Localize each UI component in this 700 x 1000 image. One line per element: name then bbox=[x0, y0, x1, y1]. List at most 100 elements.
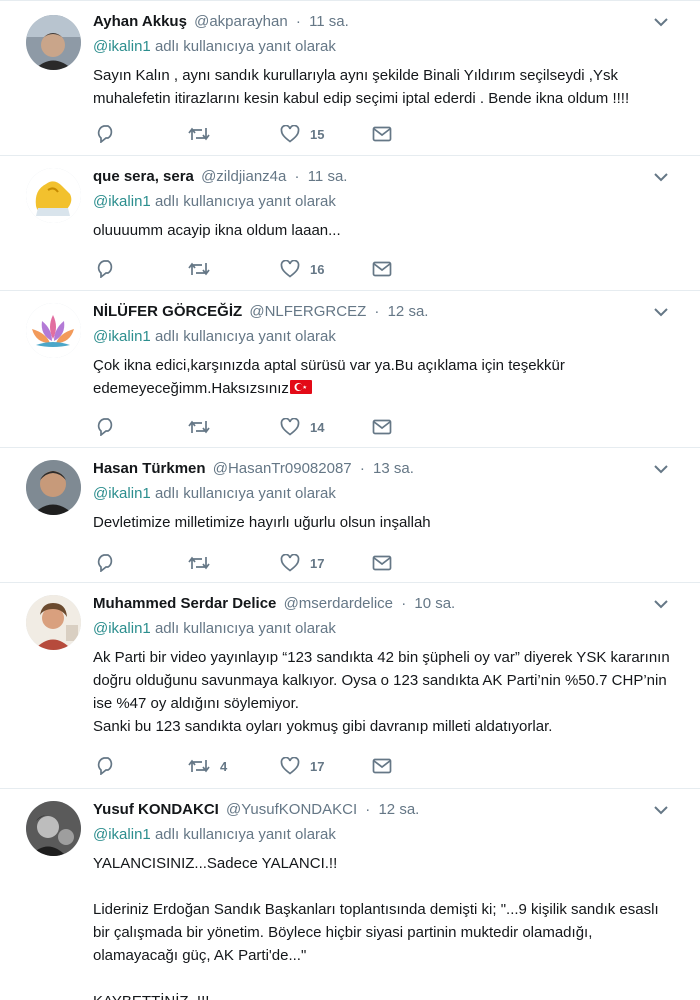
tweet[interactable]: Hasan Türkmen @HasanTr09082087 · 13 sa. … bbox=[0, 448, 700, 583]
author-name[interactable]: Hasan Türkmen bbox=[93, 460, 206, 477]
avatar[interactable] bbox=[26, 801, 81, 856]
chevron-down-icon[interactable] bbox=[652, 595, 670, 613]
timestamp[interactable]: 13 sa. bbox=[373, 460, 414, 477]
retweet-icon bbox=[188, 419, 210, 435]
separator-dot: · bbox=[365, 801, 371, 818]
like-count: 15 bbox=[310, 126, 325, 142]
direct-message-icon bbox=[372, 261, 392, 277]
timestamp[interactable]: 11 sa. bbox=[308, 168, 348, 185]
timestamp[interactable]: 11 sa. bbox=[309, 13, 349, 30]
reply-mention-link[interactable]: @ikalin1 bbox=[93, 826, 151, 843]
like-button[interactable]: 17 bbox=[280, 552, 324, 574]
tweet-text: YALANCISINIZ...Sadece YALANCI.!! Liderin… bbox=[93, 855, 659, 1000]
retweet-button[interactable] bbox=[188, 123, 220, 145]
reply-context: @ikalin1 adlı kullanıcıya yanıt olarak bbox=[93, 326, 670, 348]
tweet[interactable]: que sera, sera @zildjianz4a · 11 sa. @ik… bbox=[0, 156, 700, 291]
author-handle[interactable]: @zildjianz4a bbox=[201, 168, 286, 185]
reply-button[interactable] bbox=[96, 258, 116, 280]
direct-message-icon bbox=[372, 555, 392, 571]
avatar[interactable] bbox=[26, 303, 81, 358]
reply-context-label: adlı kullanıcıya yanıt olarak bbox=[154, 38, 336, 55]
direct-message-icon bbox=[372, 126, 392, 142]
retweet-button[interactable] bbox=[188, 552, 220, 574]
retweet-button[interactable] bbox=[188, 258, 220, 280]
tweet[interactable]: Yusuf KONDAKCI @YusufKONDAKCI · 12 sa. @… bbox=[0, 789, 700, 1000]
tweet-actions: 4 17 bbox=[93, 755, 393, 777]
tweet-text: Devletimize milletimize hayırlı uğurlu o… bbox=[93, 514, 431, 531]
tweet[interactable]: NİLÜFER GÖRCEĞİZ @NLFERGRCEZ · 12 sa. @i… bbox=[0, 291, 700, 448]
separator-dot: · bbox=[374, 303, 380, 320]
like-count: 14 bbox=[310, 419, 325, 435]
avatar[interactable] bbox=[26, 595, 81, 650]
avatar[interactable] bbox=[26, 15, 81, 70]
author-handle[interactable]: @YusufKONDAKCI bbox=[226, 801, 357, 818]
chevron-down-icon[interactable] bbox=[652, 801, 670, 819]
author-handle[interactable]: @HasanTr09082087 bbox=[213, 460, 352, 477]
direct-message-button[interactable] bbox=[372, 123, 392, 145]
timestamp[interactable]: 12 sa. bbox=[378, 801, 419, 818]
chevron-down-icon[interactable] bbox=[652, 460, 670, 478]
chevron-down-icon[interactable] bbox=[652, 303, 670, 321]
direct-message-button[interactable] bbox=[372, 416, 392, 438]
reply-icon bbox=[96, 260, 116, 278]
reply-button[interactable] bbox=[96, 755, 116, 777]
separator-dot: · bbox=[359, 460, 365, 477]
author-name[interactable]: Yusuf KONDAKCI bbox=[93, 801, 219, 818]
reply-button[interactable] bbox=[96, 123, 116, 145]
separator-dot: · bbox=[295, 13, 301, 30]
reply-feed: Ayhan Akkuş @akparayhan · 11 sa. @ikalin… bbox=[0, 0, 700, 1000]
retweet-count: 4 bbox=[220, 758, 228, 774]
tweet-text: Sayın Kalın , aynı sandık kurullarıyla a… bbox=[93, 67, 630, 107]
direct-message-button[interactable] bbox=[372, 755, 392, 777]
reply-button[interactable] bbox=[96, 552, 116, 574]
tweet-text: oluuuumm acayip ikna oldum laaan... bbox=[93, 222, 341, 239]
timestamp[interactable]: 10 sa. bbox=[414, 595, 455, 612]
avatar[interactable] bbox=[26, 168, 81, 223]
reply-icon bbox=[96, 125, 116, 143]
author-name[interactable]: NİLÜFER GÖRCEĞİZ bbox=[93, 303, 242, 320]
retweet-button[interactable] bbox=[188, 416, 220, 438]
direct-message-button[interactable] bbox=[372, 552, 392, 574]
chevron-down-icon[interactable] bbox=[652, 13, 670, 31]
reply-icon bbox=[96, 757, 116, 775]
retweet-icon bbox=[188, 261, 210, 277]
reply-context-label: adlı kullanıcıya yanıt olarak bbox=[154, 485, 336, 502]
reply-button[interactable] bbox=[96, 416, 116, 438]
reply-context: @ikalin1 adlı kullanıcıya yanıt olarak bbox=[93, 618, 670, 640]
direct-message-button[interactable] bbox=[372, 258, 392, 280]
reply-mention-link[interactable]: @ikalin1 bbox=[93, 38, 151, 55]
author-name[interactable]: Muhammed Serdar Delice bbox=[93, 595, 276, 612]
separator-dot: · bbox=[401, 595, 407, 612]
author-handle[interactable]: @akparayhan bbox=[194, 13, 288, 30]
like-button[interactable]: 14 bbox=[280, 416, 324, 438]
like-button[interactable]: 16 bbox=[280, 258, 324, 280]
like-button[interactable]: 17 bbox=[280, 755, 324, 777]
retweet-icon bbox=[188, 758, 210, 774]
like-icon bbox=[280, 260, 300, 278]
separator-dot: · bbox=[294, 168, 300, 185]
retweet-icon bbox=[188, 555, 210, 571]
reply-mention-link[interactable]: @ikalin1 bbox=[93, 328, 151, 345]
like-count: 16 bbox=[310, 261, 325, 277]
reply-context: @ikalin1 adlı kullanıcıya yanıt olarak bbox=[93, 36, 670, 58]
like-button[interactable]: 15 bbox=[280, 123, 324, 145]
avatar[interactable] bbox=[26, 460, 81, 515]
chevron-down-icon[interactable] bbox=[652, 168, 670, 186]
like-count: 17 bbox=[310, 555, 325, 571]
timestamp[interactable]: 12 sa. bbox=[388, 303, 429, 320]
reply-context: @ikalin1 adlı kullanıcıya yanıt olarak bbox=[93, 191, 670, 213]
reply-mention-link[interactable]: @ikalin1 bbox=[93, 620, 151, 637]
reply-context-label: adlı kullanıcıya yanıt olarak bbox=[154, 826, 336, 843]
reply-mention-link[interactable]: @ikalin1 bbox=[93, 193, 151, 210]
author-name[interactable]: que sera, sera bbox=[93, 168, 194, 185]
tweet[interactable]: Muhammed Serdar Delice @mserdardelice · … bbox=[0, 583, 700, 789]
tweet[interactable]: Ayhan Akkuş @akparayhan · 11 sa. @ikalin… bbox=[0, 0, 700, 156]
reply-mention-link[interactable]: @ikalin1 bbox=[93, 485, 151, 502]
author-name[interactable]: Ayhan Akkuş bbox=[93, 13, 187, 30]
tweet-text: Ak Parti bir video yayınlayıp “123 sandı… bbox=[93, 649, 670, 735]
reply-context: @ikalin1 adlı kullanıcıya yanıt olarak bbox=[93, 483, 670, 505]
author-handle[interactable]: @mserdardelice bbox=[284, 595, 393, 612]
turkish-flag-icon bbox=[289, 380, 312, 394]
author-handle[interactable]: @NLFERGRCEZ bbox=[249, 303, 366, 320]
retweet-button[interactable]: 4 bbox=[188, 755, 227, 777]
